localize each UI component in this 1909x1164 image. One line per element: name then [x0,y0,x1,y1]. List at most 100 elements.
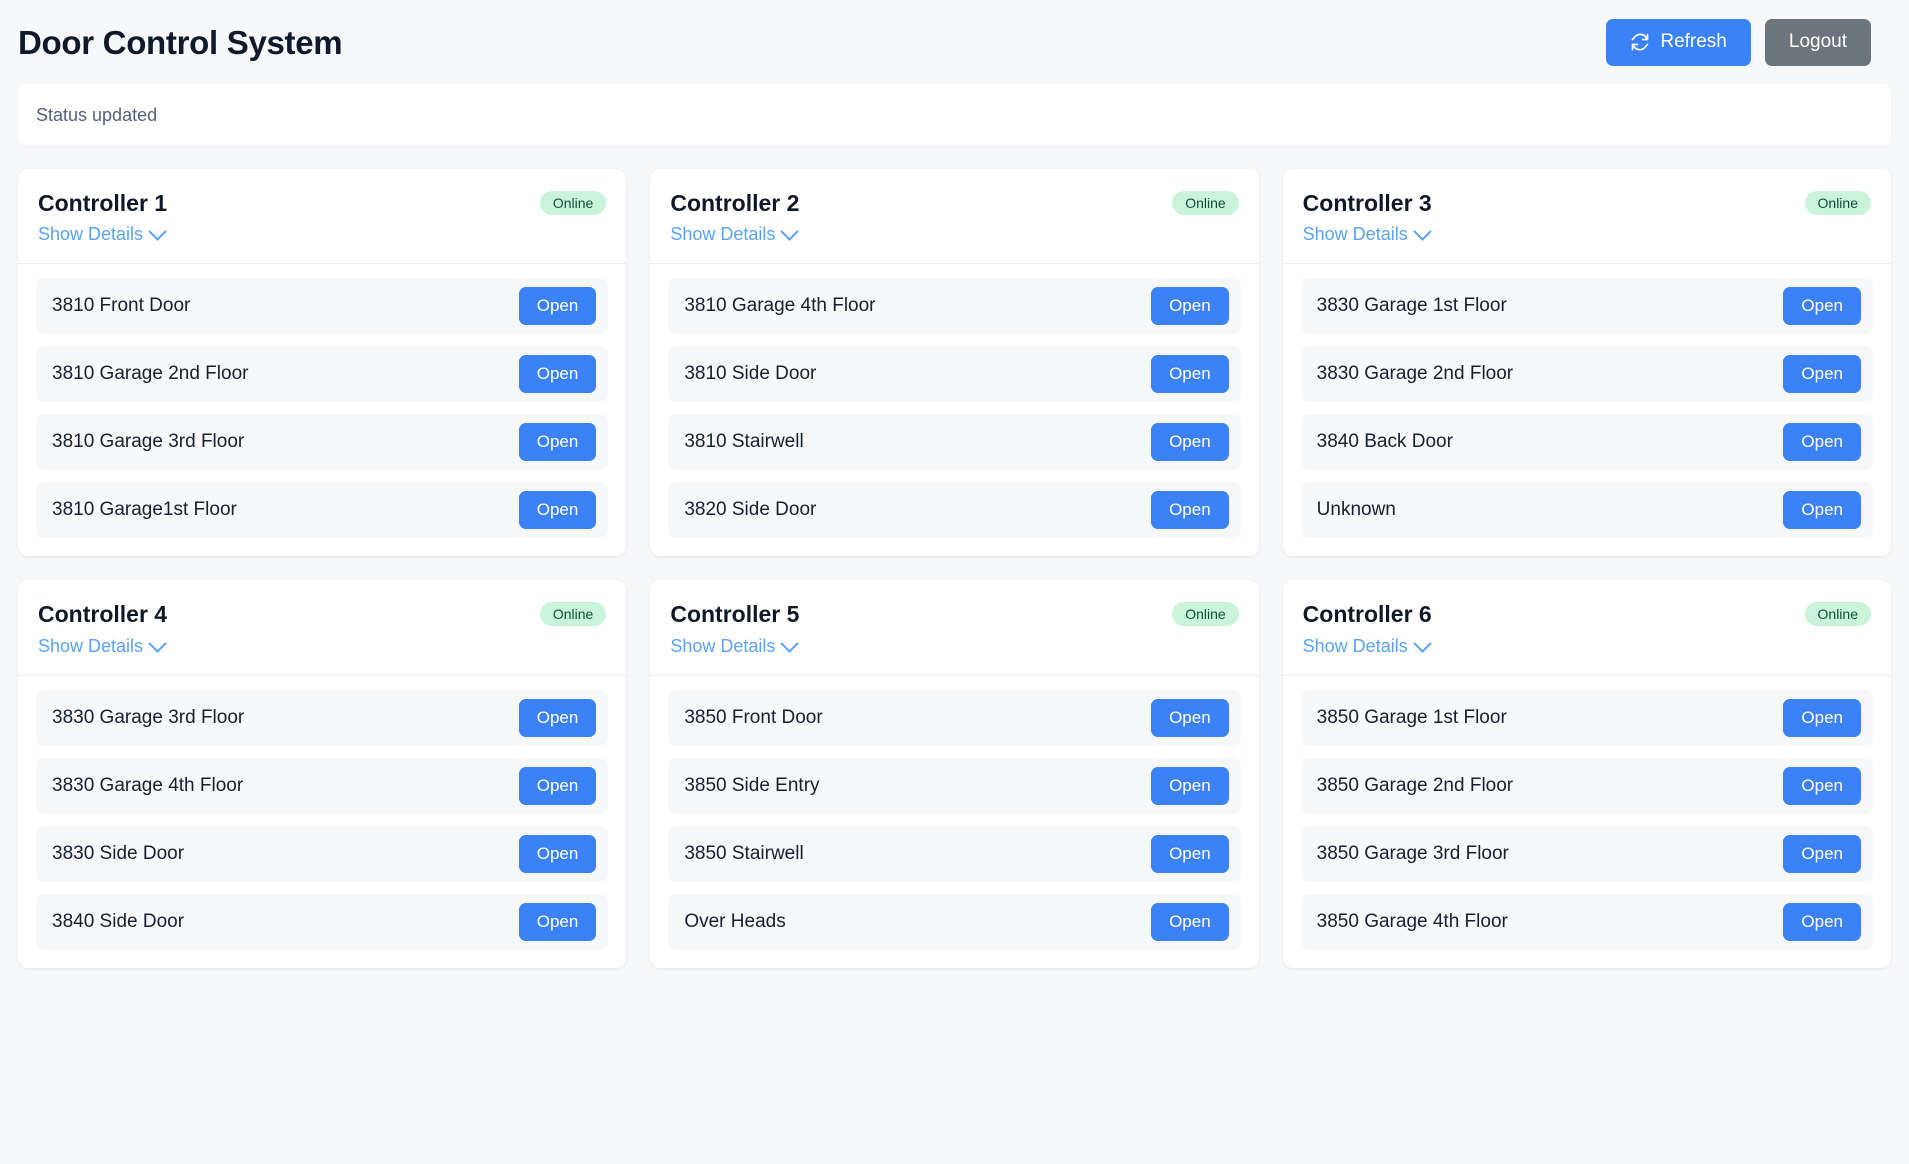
open-door-button[interactable]: Open [1151,287,1229,325]
open-door-button[interactable]: Open [1151,835,1229,873]
chevron-down-icon [1413,223,1431,241]
door-name: 3850 Garage 3rd Floor [1317,843,1509,865]
door-row: 3810 Garage 2nd Floor Open [36,346,608,402]
door-row: 3810 Side DoorOpen [668,346,1240,402]
controller-title: Controller 4 [38,602,606,627]
door-row: 3830 Garage 1st FloorOpen [1301,278,1873,334]
open-door-button[interactable]: Open [519,491,597,529]
controller-card: Controller 5Show DetailsOnline3850 Front… [650,580,1258,967]
door-name: 3810 Stairwell [684,431,803,453]
status-message: Status updated [36,105,157,126]
open-door-button[interactable]: Open [1151,355,1229,393]
open-door-button[interactable]: Open [1783,835,1861,873]
controller-title: Controller 2 [670,191,1238,216]
chevron-down-icon [148,634,166,652]
controller-card-header: Controller 2 Show Details Online [650,169,1258,264]
open-door-button[interactable]: Open [519,767,597,805]
open-door-button[interactable]: Open [519,903,597,941]
door-list: 3830 Garage 1st FloorOpen 3830 Garage 2nd… [1283,264,1891,556]
door-name: Unknown [1317,499,1396,521]
door-name: 3830 Garage 3rd Floor [52,707,244,729]
door-row: 3850 Garage 1st FloorOpen [1301,690,1873,746]
open-door-button[interactable]: Open [519,699,597,737]
door-row: Unknown Open [1301,482,1873,538]
door-name: 3850 Stairwell [684,843,803,865]
door-name: 3850 Side Entry [684,775,819,797]
door-name: 3820 Side Door [684,499,816,521]
door-name: 3810 Garage 2nd Floor [52,363,248,385]
door-list: 3850 Front DoorOpen3850 Side EntryOpen38… [650,676,1258,968]
controller-card-header: Controller 6Show DetailsOnline [1283,580,1891,675]
door-row: 3850 Side Entry Open [668,758,1240,814]
open-door-button[interactable]: Open [1151,699,1229,737]
door-row: 3850 Front DoorOpen [668,690,1240,746]
show-details-label: Show Details [670,636,775,657]
show-details-link[interactable]: Show Details [1303,636,1429,657]
door-name: 3850 Garage 4th Floor [1317,911,1508,933]
status-badge: Online [540,191,606,215]
status-badge: Online [1172,191,1238,215]
door-row: 3830 Side DoorOpen [36,826,608,882]
open-door-button[interactable]: Open [519,423,597,461]
open-door-button[interactable]: Open [1783,287,1861,325]
controller-card: Controller 4Show DetailsOnline3830 Garag… [18,580,626,967]
open-door-button[interactable]: Open [1783,903,1861,941]
refresh-button[interactable]: Refresh [1606,19,1751,66]
chevron-down-icon [148,223,166,241]
door-name: 3810 Garage 3rd Floor [52,431,244,453]
door-row: 3830 Garage 4th Floor Open [36,758,608,814]
open-door-button[interactable]: Open [1151,903,1229,941]
door-row: 3840 Side Door Open [36,894,608,950]
controller-title: Controller 5 [670,602,1238,627]
controller-card-header: Controller 3 Show Details Online [1283,169,1891,264]
logout-button[interactable]: Logout [1765,19,1871,66]
open-door-button[interactable]: Open [519,835,597,873]
show-details-label: Show Details [1303,224,1408,245]
controller-title: Controller 3 [1303,191,1871,216]
door-row: 3850 Garage 3rd Floor Open [1301,826,1873,882]
chevron-down-icon [1413,634,1431,652]
door-name: 3850 Garage 2nd Floor [1317,775,1513,797]
status-badge: Online [1805,191,1871,215]
controller-card: Controller 6Show DetailsOnline3850 Garag… [1283,580,1891,967]
open-door-button[interactable]: Open [1783,491,1861,529]
show-details-label: Show Details [1303,636,1408,657]
door-list: 3830 Garage 3rd FloorOpen3830 Garage 4th… [18,676,626,968]
app-root: Door Control System Refresh Logout Statu… [0,0,1909,1164]
door-name: 3830 Garage 4th Floor [52,775,243,797]
door-row: 3850 Garage 2nd Floor Open [1301,758,1873,814]
chevron-down-icon [781,634,799,652]
open-door-button[interactable]: Open [519,355,597,393]
controller-card: Controller 2Show DetailsOnline3810 Garag… [650,169,1258,556]
open-door-button[interactable]: Open [1151,423,1229,461]
open-door-button[interactable]: Open [1151,767,1229,805]
door-list: 3810 Front DoorOpen3810 Garage 2nd Floor… [18,264,626,556]
door-name: 3830 Garage 2nd Floor [1317,363,1513,385]
door-name: 3840 Side Door [52,911,184,933]
open-door-button[interactable]: Open [1783,423,1861,461]
refresh-icon [1630,32,1650,52]
open-door-button[interactable]: Open [1151,491,1229,529]
show-details-label: Show Details [38,636,143,657]
open-door-button[interactable]: Open [1783,355,1861,393]
door-list: 3850 Garage 1st FloorOpen 3850 Garage 2nd… [1283,676,1891,968]
status-bar: Status updated [18,84,1891,146]
door-row: 3830 Garage 3rd Floor Open [36,690,608,746]
show-details-link[interactable]: Show Details [670,636,796,657]
show-details-link[interactable]: Show Details [1303,224,1429,245]
door-row: Over Heads Open [668,894,1240,950]
controller-title: Controller 1 [38,191,606,216]
door-row: 3830 Garage 2nd Floor Open [1301,346,1873,402]
open-door-button[interactable]: Open [1783,767,1861,805]
open-door-button[interactable]: Open [1783,699,1861,737]
open-door-button[interactable]: Open [519,287,597,325]
show-details-link[interactable]: Show Details [38,636,164,657]
door-name: Over Heads [684,911,785,933]
door-row: 3850 Stairwell Open [668,826,1240,882]
door-row: 3810 Stairwell Open [668,414,1240,470]
show-details-label: Show Details [670,224,775,245]
show-details-link[interactable]: Show Details [670,224,796,245]
door-row: 3820 Side Door Open [668,482,1240,538]
show-details-link[interactable]: Show Details [38,224,164,245]
door-row: 3810 Garage1st FloorOpen [36,482,608,538]
